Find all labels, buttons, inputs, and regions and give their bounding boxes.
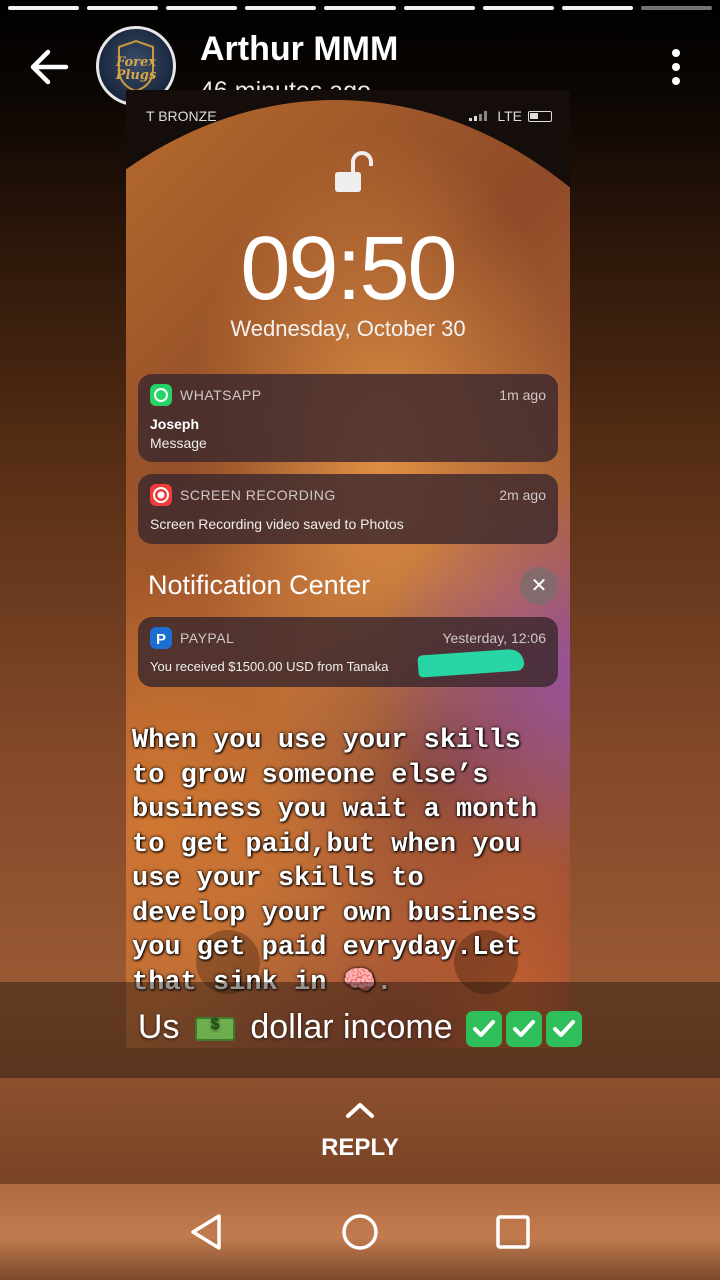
check-mark-icon — [506, 1011, 543, 1048]
home-nav-icon[interactable] — [330, 1202, 390, 1262]
check-mark-icon — [546, 1011, 583, 1048]
notification-app: P PAYPAL — [150, 627, 234, 649]
system-navigation-bar — [0, 1184, 720, 1280]
phone-status-bar: T BRONZE LTE — [146, 108, 552, 124]
caption-text-before: Us — [137, 1008, 180, 1046]
progress-segment — [87, 6, 159, 10]
notification-screen-recording: SCREEN RECORDING 2m ago Screen Recording… — [138, 474, 558, 544]
progress-segment — [166, 6, 238, 10]
notification-app-name: PAYPAL — [180, 630, 235, 646]
progress-segment — [640, 6, 712, 10]
network-label: LTE — [497, 108, 522, 124]
lockscreen-clock: 09:50 — [240, 219, 457, 319]
network-status: LTE — [469, 108, 552, 124]
lockscreen-date: Wednesday, October 30 — [230, 316, 466, 341]
reply-button[interactable]: REPLY — [0, 1134, 720, 1162]
whatsapp-icon — [150, 384, 172, 406]
progress-segment — [403, 6, 475, 10]
progress-segment — [245, 6, 317, 10]
avatar-logo-text: Forex Plugs — [115, 55, 157, 83]
close-icon: ✕ — [520, 567, 558, 605]
notification-app-name: SCREEN RECORDING — [180, 487, 336, 503]
notification-app: WHATSAPP — [150, 384, 262, 406]
unlock-icon — [331, 150, 377, 201]
signal-icon — [469, 111, 488, 121]
notification-time: Yesterday, 12:06 — [442, 630, 546, 646]
recents-nav-icon[interactable] — [483, 1202, 543, 1262]
story-image: T BRONZE LTE 09:50 Wednesday, October 30… — [126, 90, 570, 1048]
progress-segment — [561, 6, 633, 10]
notification-center-title: Notification Center — [148, 570, 371, 600]
notification-body: Message — [150, 435, 207, 451]
notification-time: 1m ago — [499, 387, 546, 403]
notification-app: SCREEN RECORDING — [150, 484, 336, 506]
story-progress-bar — [8, 6, 712, 10]
battery-icon — [528, 110, 552, 122]
progress-segment — [324, 6, 396, 10]
notification-time: 2m ago — [499, 487, 546, 503]
back-nav-icon[interactable] — [177, 1202, 237, 1262]
back-arrow-icon[interactable] — [26, 44, 72, 90]
author-name[interactable]: Arthur MMM — [200, 30, 398, 69]
chevron-up-icon[interactable] — [342, 1100, 378, 1125]
story-overlay-text: When you use your skills to grow someone… — [132, 726, 538, 998]
screen-recording-icon — [150, 484, 172, 506]
story-caption: Us dollar income — [0, 1008, 720, 1048]
paypal-icon: P — [150, 627, 172, 649]
svg-text:P: P — [156, 631, 167, 648]
dollar-bill-icon — [194, 1016, 235, 1042]
more-options-icon[interactable] — [664, 48, 688, 86]
carrier-label: T BRONZE — [146, 108, 217, 124]
notification-app-name: WHATSAPP — [180, 387, 262, 403]
caption-text-after: dollar income — [250, 1008, 453, 1046]
progress-segment — [8, 6, 80, 10]
progress-segment — [482, 6, 554, 10]
check-mark-icon — [466, 1011, 503, 1048]
notification-whatsapp: WHATSAPP 1m ago Joseph Message — [138, 374, 558, 462]
notification-body: Screen Recording video saved to Photos — [150, 516, 404, 532]
notification-title: Joseph — [150, 416, 200, 432]
